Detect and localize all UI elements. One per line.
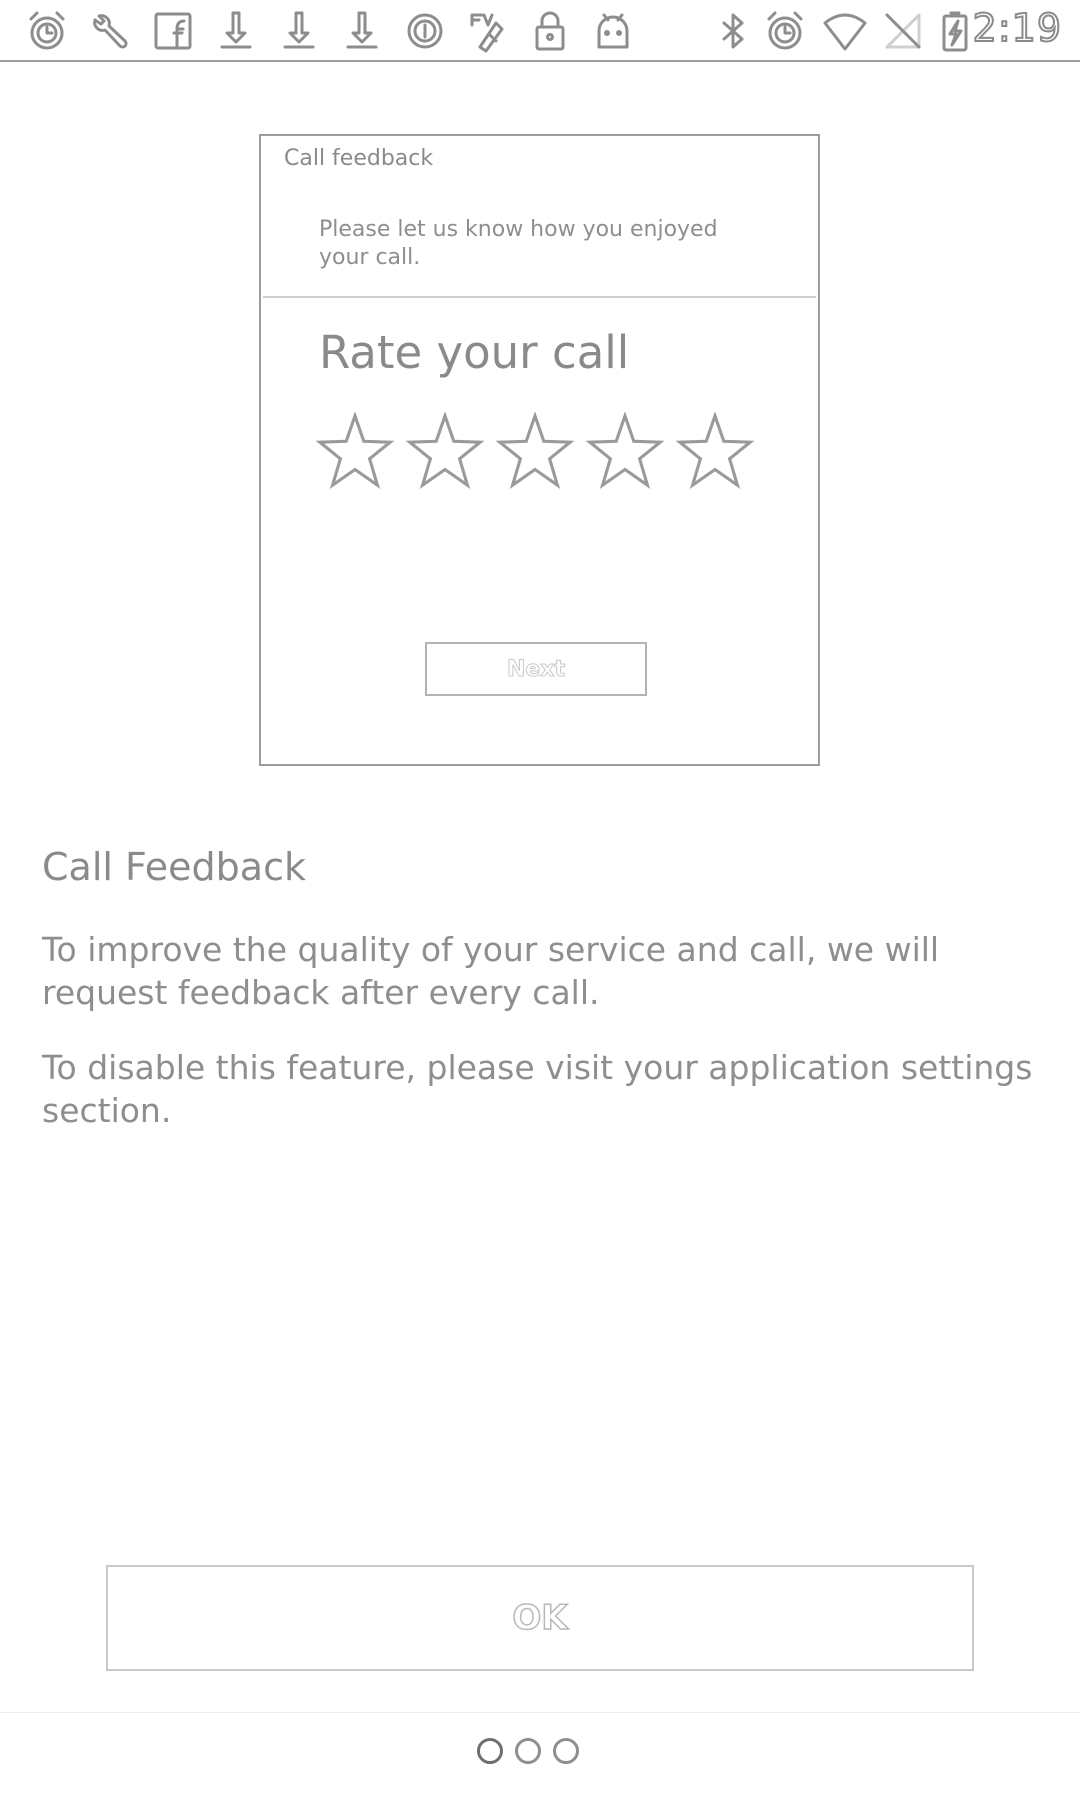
page-title: Call Feedback <box>42 845 306 889</box>
star-icon-5 <box>675 411 755 490</box>
download-icon <box>276 8 322 54</box>
preview-divider <box>263 296 816 298</box>
alarm-icon <box>762 8 808 54</box>
download-icon <box>213 8 259 54</box>
star-icon-4 <box>585 411 665 490</box>
bottom-divider <box>0 1712 1080 1713</box>
star-icon-3 <box>495 411 575 490</box>
fav-icon <box>465 8 511 54</box>
no-signal-icon <box>880 8 926 54</box>
rate-your-call-label: Rate your call <box>319 326 630 379</box>
page-dot-1[interactable] <box>477 1738 503 1764</box>
alarm-icon <box>24 8 70 54</box>
page-dot-3[interactable] <box>553 1738 579 1764</box>
ok-button[interactable]: OK <box>106 1565 974 1671</box>
wrench-icon <box>85 8 131 54</box>
description-paragraph-1: To improve the quality of your service a… <box>42 930 940 1012</box>
page-indicator <box>477 1738 591 1764</box>
status-bar: 2:19 <box>0 0 1080 62</box>
call-feedback-preview: Call feedback Please let us know how you… <box>259 134 820 766</box>
page-dot-2[interactable] <box>515 1738 541 1764</box>
battery-charging-icon <box>932 8 978 54</box>
clock-time: 2:19 <box>972 5 1062 51</box>
facebook-icon <box>150 8 196 54</box>
bluetooth-icon <box>710 8 756 54</box>
star-icon-2 <box>405 411 485 490</box>
preview-title: Call feedback <box>284 146 434 171</box>
circle-i-icon <box>402 8 448 54</box>
android-icon <box>590 8 636 54</box>
description-paragraph-2: To disable this feature, please visit yo… <box>42 1048 1033 1130</box>
preview-next-button: Next <box>425 642 647 696</box>
wifi-icon <box>822 8 868 54</box>
download-icon <box>339 8 385 54</box>
star-rating <box>315 411 766 490</box>
lock-icon <box>527 8 573 54</box>
star-icon-1 <box>315 411 395 490</box>
preview-message: Please let us know how you enjoyed your … <box>319 217 718 270</box>
